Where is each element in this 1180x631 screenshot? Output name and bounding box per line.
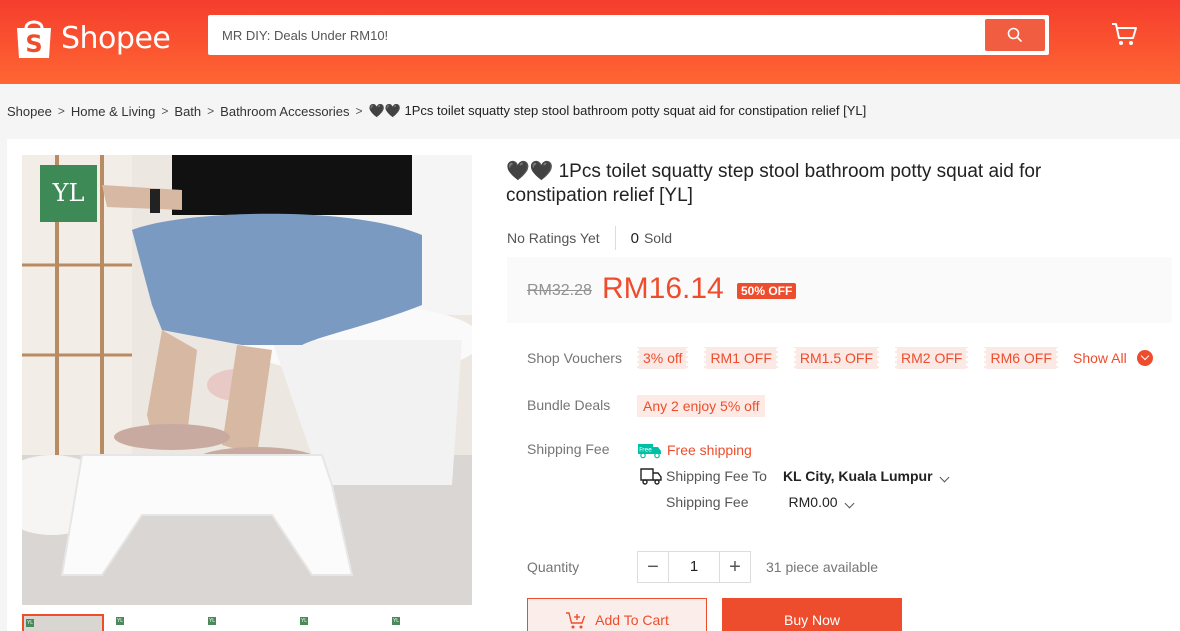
thumbnail-badge: YL (392, 617, 400, 625)
cart-icon (1112, 23, 1137, 45)
thumbnail-3[interactable]: YL (206, 614, 288, 631)
bundle-deal-tag[interactable]: Any 2 enjoy 5% off (637, 395, 766, 417)
truck-icon (640, 468, 662, 485)
thumbnail-strip: YL YL YL YL YL (22, 614, 472, 631)
cart-button[interactable] (1110, 20, 1142, 52)
chevron-right-icon: > (161, 104, 169, 118)
thumbnail-4[interactable]: YL (298, 614, 380, 631)
quantity-decrease-button[interactable]: − (637, 551, 669, 583)
bundle-deals-label: Bundle Deals (527, 397, 611, 413)
shopee-logo[interactable]: S Shopee (14, 14, 171, 62)
search-input[interactable] (208, 15, 978, 55)
yl-badge: YL (40, 165, 97, 222)
thumbnail-5[interactable]: YL (390, 614, 472, 631)
shipping-fee-value: RM0.00 (788, 494, 838, 510)
search-bar (208, 15, 1049, 55)
shipping-location: KL City, Kuala Lumpur (782, 468, 933, 484)
buy-now-label: Buy Now (783, 612, 841, 628)
show-all-label: Show All (1073, 350, 1127, 366)
free-shipping: Free Free shipping (637, 441, 752, 459)
stock-available: 31 piece available (766, 559, 879, 575)
shipping-to-row: Shipping Fee To KL City, Kuala Lumpur (640, 467, 949, 485)
chevron-right-icon: > (57, 104, 65, 118)
current-price: RM16.14 (602, 272, 724, 305)
buy-now-button[interactable]: Buy Now (722, 598, 902, 631)
voucher-item[interactable]: RM6 OFF (983, 347, 1060, 369)
shipping-to-label: Shipping Fee To (666, 468, 767, 484)
breadcrumb: Shopee > Home & Living > Bath > Bathroom… (7, 103, 866, 119)
thumbnail-badge: YL (208, 617, 216, 625)
search-icon (1007, 27, 1022, 42)
chevron-right-icon: > (207, 104, 215, 118)
sold-label: Sold (643, 230, 672, 246)
breadcrumb-current: 🖤🖤 1Pcs toilet squatty step stool bathro… (368, 103, 867, 118)
chevron-right-icon: > (355, 104, 363, 118)
shipping-location-selector[interactable]: KL City, Kuala Lumpur (782, 468, 949, 484)
logo-text: Shopee (61, 20, 171, 56)
divider (614, 226, 616, 250)
shipping-label: Shipping Fee (527, 441, 610, 457)
thumbnail-2[interactable]: YL (114, 614, 196, 631)
product-title: 🖤🖤 1Pcs toilet squatty step stool bathro… (506, 161, 1042, 206)
price-box: RM32.28 RM16.14 50% OFF (507, 257, 1172, 323)
voucher-item[interactable]: 3% off (635, 347, 690, 369)
add-to-cart-button[interactable]: Add To Cart (527, 598, 707, 631)
breadcrumb-item-bathroom-accessories[interactable]: Bathroom Accessories (220, 104, 349, 119)
chevron-down-icon (939, 472, 949, 483)
voucher-item[interactable]: RM1 OFF (703, 347, 780, 369)
chevron-down-icon (844, 498, 854, 509)
quantity-stepper: − 1 + 31 piece available (637, 551, 878, 583)
add-to-cart-label: Add To Cart (595, 612, 669, 628)
ratings-text: No Ratings Yet (507, 230, 600, 246)
breadcrumb-item-bath[interactable]: Bath (174, 104, 201, 119)
quantity-increase-button[interactable]: + (719, 551, 751, 583)
discount-badge: 50% OFF (737, 283, 797, 299)
ratings-row: No Ratings Yet 0 Sold (507, 226, 672, 250)
sold-count: 0 (630, 229, 639, 247)
product-main-image[interactable]: YL (22, 155, 472, 605)
quantity-input[interactable]: 1 (669, 551, 719, 583)
shipping-fee-row: Shipping Fee RM0.00 (666, 494, 854, 510)
free-shipping-text: Free shipping (667, 442, 752, 458)
breadcrumb-item-home-living[interactable]: Home & Living (71, 104, 156, 119)
voucher-item[interactable]: RM2 OFF (894, 347, 970, 369)
shopping-bag-icon: S (17, 20, 51, 58)
search-button[interactable] (985, 19, 1045, 51)
svg-text:S: S (25, 30, 42, 58)
shop-vouchers-label: Shop Vouchers (527, 350, 622, 366)
free-shipping-icon: Free (638, 444, 661, 459)
voucher-list: 3% off RM1 OFF RM1.5 OFF RM2 OFF RM6 OFF (635, 347, 1074, 369)
breadcrumb-item-shopee[interactable]: Shopee (7, 104, 52, 119)
thumbnail-1[interactable]: YL (22, 614, 104, 631)
free-badge-text: Free (639, 447, 652, 454)
quantity-label: Quantity (527, 559, 580, 575)
thumbnail-badge: YL (116, 617, 124, 625)
shipping-fee-label: Shipping Fee (666, 494, 749, 510)
voucher-item[interactable]: RM1.5 OFF (792, 347, 881, 369)
chevron-down-icon (1136, 350, 1153, 366)
top-header: S Shopee (0, 0, 1180, 84)
original-price: RM32.28 (527, 282, 592, 299)
shipping-fee-selector[interactable]: RM0.00 (788, 494, 854, 510)
product-photo (22, 155, 472, 605)
thumbnail-badge: YL (300, 617, 308, 625)
thumbnail-badge: YL (26, 619, 34, 627)
show-all-vouchers-button[interactable]: Show All (1073, 350, 1153, 366)
add-cart-icon (566, 612, 586, 629)
